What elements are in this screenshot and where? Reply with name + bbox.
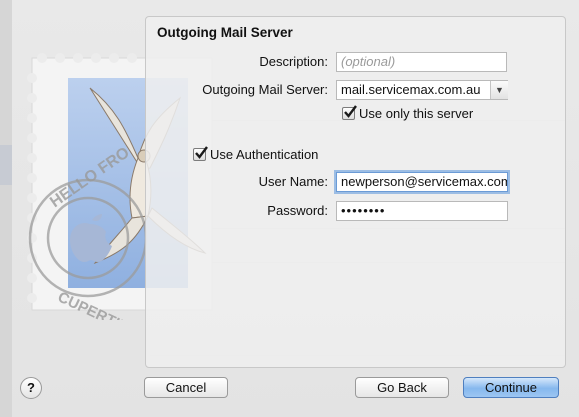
username-field[interactable]: newperson@servicemax.com.au bbox=[336, 172, 508, 192]
outgoing-mail-server-panel: Outgoing Mail Server Description: (optio… bbox=[145, 16, 566, 368]
help-button[interactable]: ? bbox=[20, 377, 42, 399]
server-dropdown-button[interactable]: ▼ bbox=[490, 81, 508, 99]
chevron-down-icon: ▼ bbox=[495, 85, 504, 95]
description-label: Description: bbox=[259, 54, 328, 69]
use-authentication-label: Use Authentication bbox=[210, 147, 319, 162]
server-value: mail.servicemax.com.au bbox=[341, 82, 481, 97]
background-sidebar-selection bbox=[0, 145, 12, 185]
password-label: Password: bbox=[267, 203, 328, 218]
continue-button[interactable]: Continue bbox=[463, 377, 559, 398]
use-only-label: Use only this server bbox=[359, 106, 474, 121]
checkmark-icon bbox=[195, 146, 208, 159]
server-combo[interactable]: mail.servicemax.com.au bbox=[336, 80, 508, 100]
checkmark-icon bbox=[344, 105, 357, 118]
username-label: User Name: bbox=[258, 174, 328, 189]
use-authentication-checkbox[interactable] bbox=[193, 146, 208, 161]
use-only-checkbox[interactable] bbox=[342, 105, 357, 120]
server-label: Outgoing Mail Server: bbox=[202, 82, 328, 97]
background-sidebar bbox=[0, 0, 12, 417]
password-field[interactable]: •••••••• bbox=[336, 201, 508, 221]
go-back-button[interactable]: Go Back bbox=[355, 377, 449, 398]
cancel-button[interactable]: Cancel bbox=[144, 377, 228, 398]
description-field[interactable]: (optional) bbox=[336, 52, 507, 72]
panel-title: Outgoing Mail Server bbox=[157, 25, 293, 40]
